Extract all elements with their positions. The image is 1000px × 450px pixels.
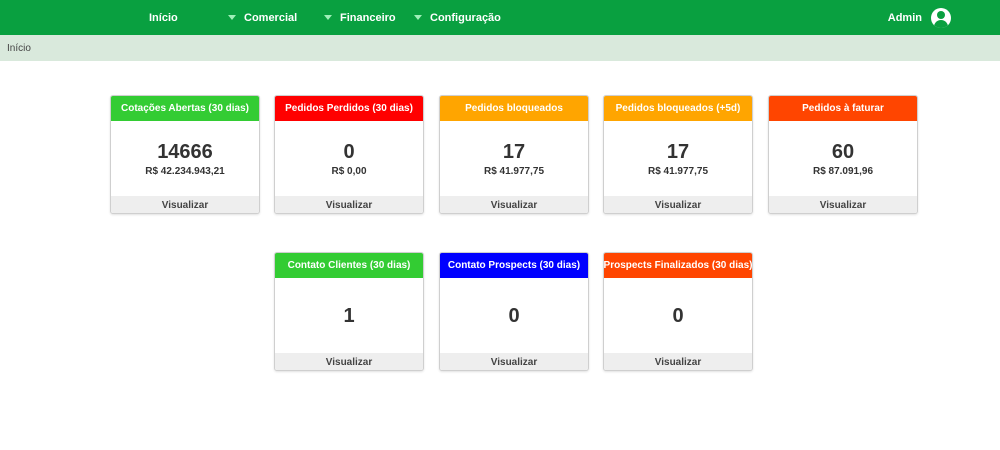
- card-body: 14666 R$ 42.234.943,21: [111, 121, 259, 196]
- card-count: 17: [666, 140, 690, 163]
- view-button[interactable]: Visualizar: [111, 196, 259, 213]
- card-body: 0 R$ 0,00: [275, 121, 423, 196]
- card-open-quotes: Cotações Abertas (30 dias) 14666 R$ 42.2…: [110, 95, 260, 214]
- card-body: 17 R$ 41.977,75: [604, 121, 752, 196]
- card-body: 0: [440, 278, 588, 353]
- user-avatar-icon[interactable]: [931, 7, 951, 28]
- nav-financial[interactable]: Financeiro: [324, 0, 396, 35]
- breadcrumb-home[interactable]: Início: [7, 43, 31, 54]
- caret-down-icon: [324, 15, 332, 20]
- card-title: Pedidos Perdidos (30 dias): [285, 103, 413, 114]
- top-navbar: Início Comercial Financeiro Configuração…: [0, 0, 1000, 35]
- caret-down-icon: [228, 15, 236, 20]
- card-client-contacts: Contato Clientes (30 dias) 1 Visualizar: [274, 252, 424, 371]
- card-count: 0: [508, 304, 520, 327]
- card-header: Pedidos bloqueados (+5d): [604, 96, 752, 121]
- card-title: Pedidos à faturar: [802, 103, 884, 114]
- card-title: Contato Clientes (30 dias): [287, 260, 411, 271]
- card-lost-orders: Pedidos Perdidos (30 dias) 0 R$ 0,00 Vis…: [274, 95, 424, 214]
- nav-commercial[interactable]: Comercial: [228, 0, 297, 35]
- nav-settings-label: Configuração: [430, 11, 501, 24]
- nav-financial-label: Financeiro: [340, 11, 396, 24]
- card-amount: R$ 41.977,75: [647, 165, 709, 177]
- card-prospect-contacts: Contato Prospects (30 dias) 0 Visualizar: [439, 252, 589, 371]
- card-title: Pedidos bloqueados: [465, 103, 563, 114]
- view-button[interactable]: Visualizar: [769, 196, 917, 213]
- card-title: Cotações Abertas (30 dias): [120, 103, 249, 114]
- card-title: Contato Prospects (30 dias): [447, 260, 581, 271]
- view-button[interactable]: Visualizar: [604, 196, 752, 213]
- nav-commercial-label: Comercial: [244, 11, 298, 24]
- nav-home[interactable]: Início: [149, 0, 178, 35]
- card-amount: R$ 42.234.943,21: [145, 165, 225, 177]
- view-button[interactable]: Visualizar: [275, 353, 423, 370]
- card-count: 17: [502, 140, 526, 163]
- card-body: 17 R$ 41.977,75: [440, 121, 588, 196]
- view-button[interactable]: Visualizar: [275, 196, 423, 213]
- card-finished-prospects: Prospects Finalizados (30 dias) 0 Visual…: [603, 252, 753, 371]
- card-header: Contato Prospects (30 dias): [440, 253, 588, 278]
- card-title: Pedidos bloqueados (+5d): [615, 103, 741, 114]
- view-button[interactable]: Visualizar: [440, 353, 588, 370]
- card-amount: R$ 0,00: [331, 165, 367, 177]
- card-title: Prospects Finalizados (30 dias): [603, 260, 753, 271]
- card-header: Pedidos à faturar: [769, 96, 917, 121]
- caret-down-icon: [414, 15, 422, 20]
- card-count: 60: [831, 140, 855, 163]
- card-header: Pedidos bloqueados: [440, 96, 588, 121]
- card-body: 0: [604, 278, 752, 353]
- nav-settings[interactable]: Configuração: [414, 0, 501, 35]
- card-count: 0: [672, 304, 684, 327]
- card-header: Cotações Abertas (30 dias): [111, 96, 259, 121]
- card-count: 0: [343, 140, 355, 163]
- user-name: Admin: [887, 11, 922, 24]
- user-menu[interactable]: Admin: [888, 0, 951, 35]
- card-body: 1: [275, 278, 423, 353]
- nav-home-label: Início: [149, 11, 178, 24]
- card-blocked-orders: Pedidos bloqueados 17 R$ 41.977,75 Visua…: [439, 95, 589, 214]
- card-body: 60 R$ 87.091,96: [769, 121, 917, 196]
- card-blocked-orders-5d: Pedidos bloqueados (+5d) 17 R$ 41.977,75…: [603, 95, 753, 214]
- card-count: 14666: [157, 140, 213, 163]
- breadcrumb: Início: [0, 35, 1000, 61]
- card-orders-to-invoice: Pedidos à faturar 60 R$ 87.091,96 Visual…: [768, 95, 918, 214]
- card-amount: R$ 41.977,75: [483, 165, 545, 177]
- card-amount: R$ 87.091,96: [812, 165, 874, 177]
- card-header: Prospects Finalizados (30 dias): [604, 253, 752, 278]
- card-header: Contato Clientes (30 dias): [275, 253, 423, 278]
- card-header: Pedidos Perdidos (30 dias): [275, 96, 423, 121]
- card-count: 1: [343, 304, 355, 327]
- view-button[interactable]: Visualizar: [604, 353, 752, 370]
- view-button[interactable]: Visualizar: [440, 196, 588, 213]
